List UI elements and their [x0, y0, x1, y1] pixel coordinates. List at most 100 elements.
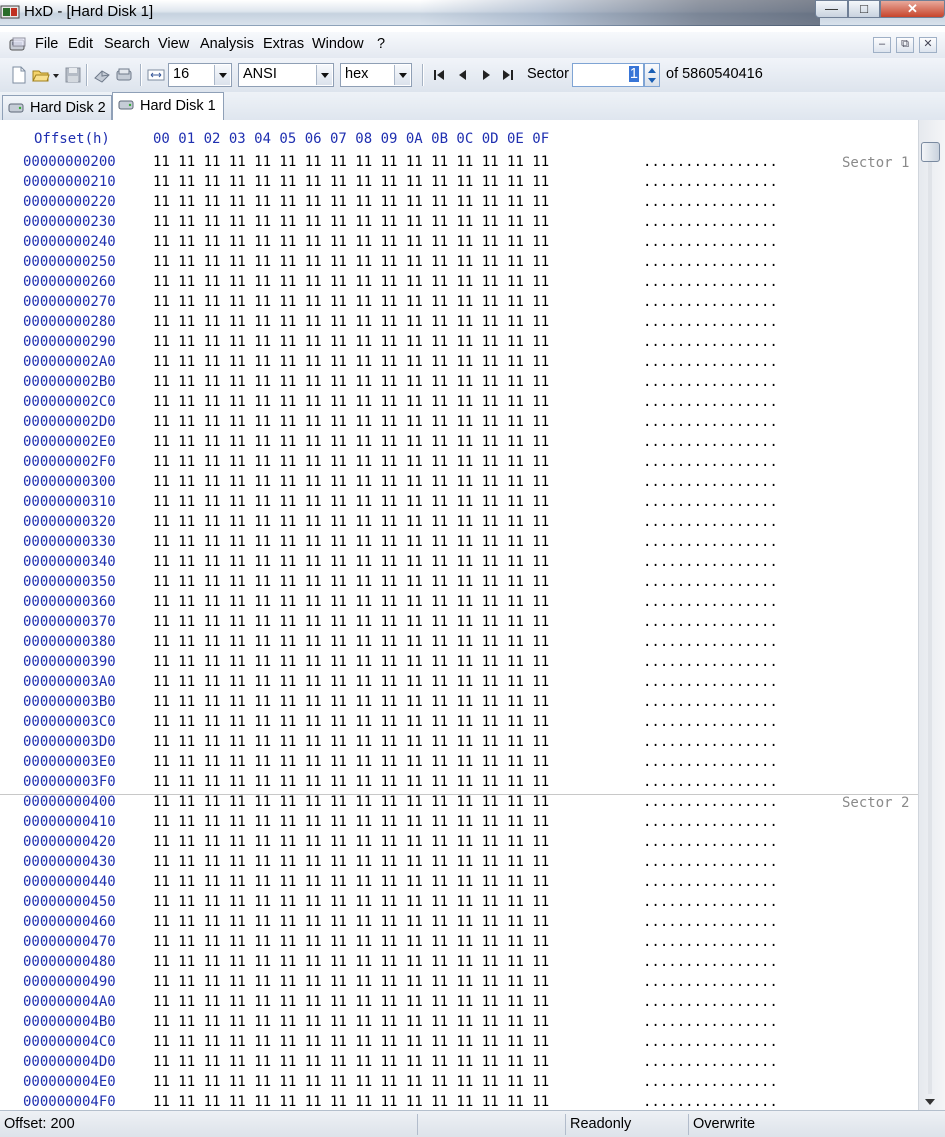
hex-row[interactable]: 000000003F0 11 11 11 11 11 11 11 11 11 11… — [0, 773, 918, 793]
row-hex-bytes[interactable]: 11 11 11 11 11 11 11 11 11 11 11 11 11 1… — [153, 1054, 549, 1070]
minimize-button[interactable]: — — [815, 0, 848, 18]
hex-row[interactable]: 00000000460 11 11 11 11 11 11 11 11 11 11… — [0, 913, 918, 933]
row-hex-bytes[interactable]: 11 11 11 11 11 11 11 11 11 11 11 11 11 1… — [153, 614, 549, 630]
open-disk-icon[interactable] — [93, 66, 111, 84]
row-hex-bytes[interactable]: 11 11 11 11 11 11 11 11 11 11 11 11 11 1… — [153, 534, 549, 550]
row-hex-bytes[interactable]: 11 11 11 11 11 11 11 11 11 11 11 11 11 1… — [153, 214, 549, 230]
row-hex-bytes[interactable]: 11 11 11 11 11 11 11 11 11 11 11 11 11 1… — [153, 194, 549, 210]
row-ascii[interactable]: ................ — [643, 954, 778, 970]
child-restore-button[interactable]: ⧉ — [896, 37, 914, 53]
hex-row[interactable]: 000000003B0 11 11 11 11 11 11 11 11 11 11… — [0, 693, 918, 713]
row-hex-bytes[interactable]: 11 11 11 11 11 11 11 11 11 11 11 11 11 1… — [153, 854, 549, 870]
hex-row[interactable]: 00000000450 11 11 11 11 11 11 11 11 11 11… — [0, 893, 918, 913]
last-sector-icon[interactable] — [500, 67, 516, 83]
row-hex-bytes[interactable]: 11 11 11 11 11 11 11 11 11 11 11 11 11 1… — [153, 1074, 549, 1090]
row-ascii[interactable]: ................ — [643, 614, 778, 630]
offset-base-select[interactable]: hex — [340, 63, 412, 87]
hex-row[interactable]: 000000003D0 11 11 11 11 11 11 11 11 11 11… — [0, 733, 918, 753]
row-ascii[interactable]: ................ — [643, 294, 778, 310]
hex-row[interactable]: 000000002E0 11 11 11 11 11 11 11 11 11 11… — [0, 433, 918, 453]
new-file-icon[interactable] — [10, 66, 28, 84]
scroll-down-icon[interactable] — [925, 1099, 935, 1105]
hex-row[interactable]: 00000000330 11 11 11 11 11 11 11 11 11 11… — [0, 533, 918, 553]
open-dropdown-icon[interactable] — [51, 66, 61, 84]
hex-row[interactable]: 000000004F0 11 11 11 11 11 11 11 11 11 11… — [0, 1093, 918, 1110]
row-ascii[interactable]: ................ — [643, 494, 778, 510]
charset-select[interactable]: ANSI — [238, 63, 334, 87]
row-hex-bytes[interactable]: 11 11 11 11 11 11 11 11 11 11 11 11 11 1… — [153, 414, 549, 430]
row-hex-bytes[interactable]: 11 11 11 11 11 11 11 11 11 11 11 11 11 1… — [153, 594, 549, 610]
row-ascii[interactable]: ................ — [643, 514, 778, 530]
row-hex-bytes[interactable]: 11 11 11 11 11 11 11 11 11 11 11 11 11 1… — [153, 234, 549, 250]
hex-row[interactable]: 00000000420 11 11 11 11 11 11 11 11 11 11… — [0, 833, 918, 853]
next-sector-icon[interactable] — [478, 67, 494, 83]
row-ascii[interactable]: ................ — [643, 414, 778, 430]
row-hex-bytes[interactable]: 11 11 11 11 11 11 11 11 11 11 11 11 11 1… — [153, 354, 549, 370]
menu-file[interactable]: File — [35, 36, 58, 52]
row-hex-bytes[interactable]: 11 11 11 11 11 11 11 11 11 11 11 11 11 1… — [153, 774, 549, 790]
row-hex-bytes[interactable]: 11 11 11 11 11 11 11 11 11 11 11 11 11 1… — [153, 634, 549, 650]
row-ascii[interactable]: ................ — [643, 874, 778, 890]
row-ascii[interactable]: ................ — [643, 214, 778, 230]
row-ascii[interactable]: ................ — [643, 314, 778, 330]
hex-editor[interactable]: Offset(h) 00 01 02 03 04 05 06 07 08 09 … — [0, 120, 918, 1110]
hex-row[interactable]: 00000000250 11 11 11 11 11 11 11 11 11 11… — [0, 253, 918, 273]
first-sector-icon[interactable] — [431, 67, 447, 83]
row-hex-bytes[interactable]: 11 11 11 11 11 11 11 11 11 11 11 11 11 1… — [153, 834, 549, 850]
row-ascii[interactable]: ................ — [643, 354, 778, 370]
row-hex-bytes[interactable]: 11 11 11 11 11 11 11 11 11 11 11 11 11 1… — [153, 314, 549, 330]
row-ascii[interactable]: ................ — [643, 1014, 778, 1030]
row-ascii[interactable]: ................ — [643, 1054, 778, 1070]
row-hex-bytes[interactable]: 11 11 11 11 11 11 11 11 11 11 11 11 11 1… — [153, 734, 549, 750]
close-button[interactable]: ✕ — [880, 0, 945, 18]
row-ascii[interactable]: ................ — [643, 554, 778, 570]
row-hex-bytes[interactable]: 11 11 11 11 11 11 11 11 11 11 11 11 11 1… — [153, 474, 549, 490]
row-ascii[interactable]: ................ — [643, 254, 778, 270]
hex-row[interactable]: 000000004E0 11 11 11 11 11 11 11 11 11 11… — [0, 1073, 918, 1093]
row-hex-bytes[interactable]: 11 11 11 11 11 11 11 11 11 11 11 11 11 1… — [153, 574, 549, 590]
row-hex-bytes[interactable]: 11 11 11 11 11 11 11 11 11 11 11 11 11 1… — [153, 874, 549, 890]
row-hex-bytes[interactable]: 11 11 11 11 11 11 11 11 11 11 11 11 11 1… — [153, 1014, 549, 1030]
row-hex-bytes[interactable]: 11 11 11 11 11 11 11 11 11 11 11 11 11 1… — [153, 274, 549, 290]
row-hex-bytes[interactable]: 11 11 11 11 11 11 11 11 11 11 11 11 11 1… — [153, 334, 549, 350]
menu-help[interactable]: ? — [377, 36, 385, 52]
hex-row[interactable]: 00000000380 11 11 11 11 11 11 11 11 11 11… — [0, 633, 918, 653]
hex-row[interactable]: 000000002A0 11 11 11 11 11 11 11 11 11 11… — [0, 353, 918, 373]
hex-row[interactable]: 000000002D0 11 11 11 11 11 11 11 11 11 11… — [0, 413, 918, 433]
row-ascii[interactable]: ................ — [643, 814, 778, 830]
hex-row[interactable]: 000000002B0 11 11 11 11 11 11 11 11 11 11… — [0, 373, 918, 393]
row-ascii[interactable]: ................ — [643, 194, 778, 210]
row-ascii[interactable]: ................ — [643, 914, 778, 930]
row-ascii[interactable]: ................ — [643, 1034, 778, 1050]
row-ascii[interactable]: ................ — [643, 334, 778, 350]
hex-row[interactable]: 00000000400 11 11 11 11 11 11 11 11 11 11… — [0, 793, 918, 813]
hex-row[interactable]: 00000000200 11 11 11 11 11 11 11 11 11 11… — [0, 153, 918, 173]
hex-row[interactable]: 00000000410 11 11 11 11 11 11 11 11 11 11… — [0, 813, 918, 833]
hex-row[interactable]: 00000000430 11 11 11 11 11 11 11 11 11 11… — [0, 853, 918, 873]
row-ascii[interactable]: ................ — [643, 634, 778, 650]
row-ascii[interactable]: ................ — [643, 594, 778, 610]
row-ascii[interactable]: ................ — [643, 674, 778, 690]
row-ascii[interactable]: ................ — [643, 274, 778, 290]
row-hex-bytes[interactable]: 11 11 11 11 11 11 11 11 11 11 11 11 11 1… — [153, 294, 549, 310]
menu-extras[interactable]: Extras — [263, 36, 304, 52]
hex-row[interactable]: 00000000350 11 11 11 11 11 11 11 11 11 11… — [0, 573, 918, 593]
menu-window[interactable]: Window — [312, 36, 364, 52]
hex-row[interactable]: 00000000370 11 11 11 11 11 11 11 11 11 11… — [0, 613, 918, 633]
previous-sector-icon[interactable] — [455, 67, 471, 83]
hex-row[interactable]: 000000002F0 11 11 11 11 11 11 11 11 11 11… — [0, 453, 918, 473]
row-hex-bytes[interactable]: 11 11 11 11 11 11 11 11 11 11 11 11 11 1… — [153, 934, 549, 950]
row-ascii[interactable]: ................ — [643, 694, 778, 710]
save-icon[interactable] — [64, 66, 82, 84]
menu-analysis[interactable]: Analysis — [200, 36, 254, 52]
child-close-button[interactable]: ✕ — [919, 37, 937, 53]
row-ascii[interactable]: ................ — [643, 574, 778, 590]
child-minimize-button[interactable]: – — [873, 37, 891, 53]
hex-row[interactable]: 00000000480 11 11 11 11 11 11 11 11 11 11… — [0, 953, 918, 973]
chevron-down-icon[interactable] — [316, 65, 332, 85]
row-hex-bytes[interactable]: 11 11 11 11 11 11 11 11 11 11 11 11 11 1… — [153, 954, 549, 970]
hex-row[interactable]: 00000000220 11 11 11 11 11 11 11 11 11 11… — [0, 193, 918, 213]
row-hex-bytes[interactable]: 11 11 11 11 11 11 11 11 11 11 11 11 11 1… — [153, 454, 549, 470]
row-hex-bytes[interactable]: 11 11 11 11 11 11 11 11 11 11 11 11 11 1… — [153, 154, 549, 170]
hex-row[interactable]: 00000000340 11 11 11 11 11 11 11 11 11 11… — [0, 553, 918, 573]
